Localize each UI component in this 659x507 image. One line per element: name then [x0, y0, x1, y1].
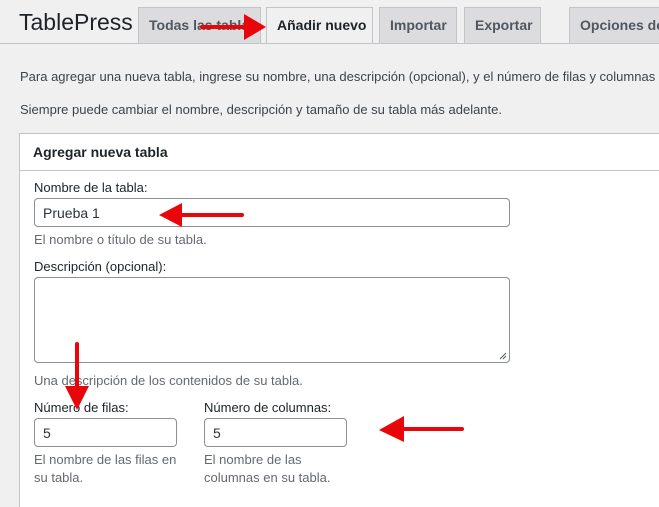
rows-hint-line-1: El nombre de las filas en — [34, 452, 177, 467]
tablepress-add-new-page: TablePress Todas las tablas Añadir nuevo… — [0, 0, 659, 507]
columns-label: Número de columnas: — [204, 400, 332, 415]
table-name-hint: El nombre o título de su tabla. — [34, 232, 207, 247]
rows-input[interactable] — [34, 418, 177, 447]
tab-divider — [0, 43, 659, 44]
app-title: TablePress — [19, 9, 133, 35]
rows-hint-line-2: su tabla. — [34, 470, 84, 485]
tab-import[interactable]: Importar — [379, 7, 457, 43]
add-table-panel: Agregar nueva tabla Nombre de la tabla: … — [19, 133, 659, 507]
columns-hint-line-2: columnas en su tabla. — [204, 470, 331, 485]
table-name-input[interactable] — [34, 198, 510, 227]
description-textarea[interactable] — [34, 277, 510, 363]
table-name-label: Nombre de la tabla: — [34, 180, 148, 195]
tab-export[interactable]: Exportar — [464, 7, 541, 43]
resize-handle-icon[interactable] — [499, 352, 507, 360]
panel-title: Agregar nueva tabla — [20, 134, 659, 171]
tab-all-tables[interactable]: Todas las tablas — [138, 7, 261, 43]
columns-input[interactable] — [204, 418, 347, 447]
intro-text-2: Siempre puede cambiar el nombre, descrip… — [20, 102, 502, 117]
description-hint: Una descripción de los contenidos de su … — [34, 373, 303, 388]
tab-options[interactable]: Opciones de — [569, 7, 659, 43]
columns-hint-line-1: El nombre de las — [204, 452, 302, 467]
description-label: Descripción (opcional): — [34, 259, 167, 274]
intro-text-1: Para agregar una nueva tabla, ingrese su… — [20, 69, 659, 84]
rows-label: Número de filas: — [34, 400, 129, 415]
tab-add-new[interactable]: Añadir nuevo — [266, 7, 373, 44]
